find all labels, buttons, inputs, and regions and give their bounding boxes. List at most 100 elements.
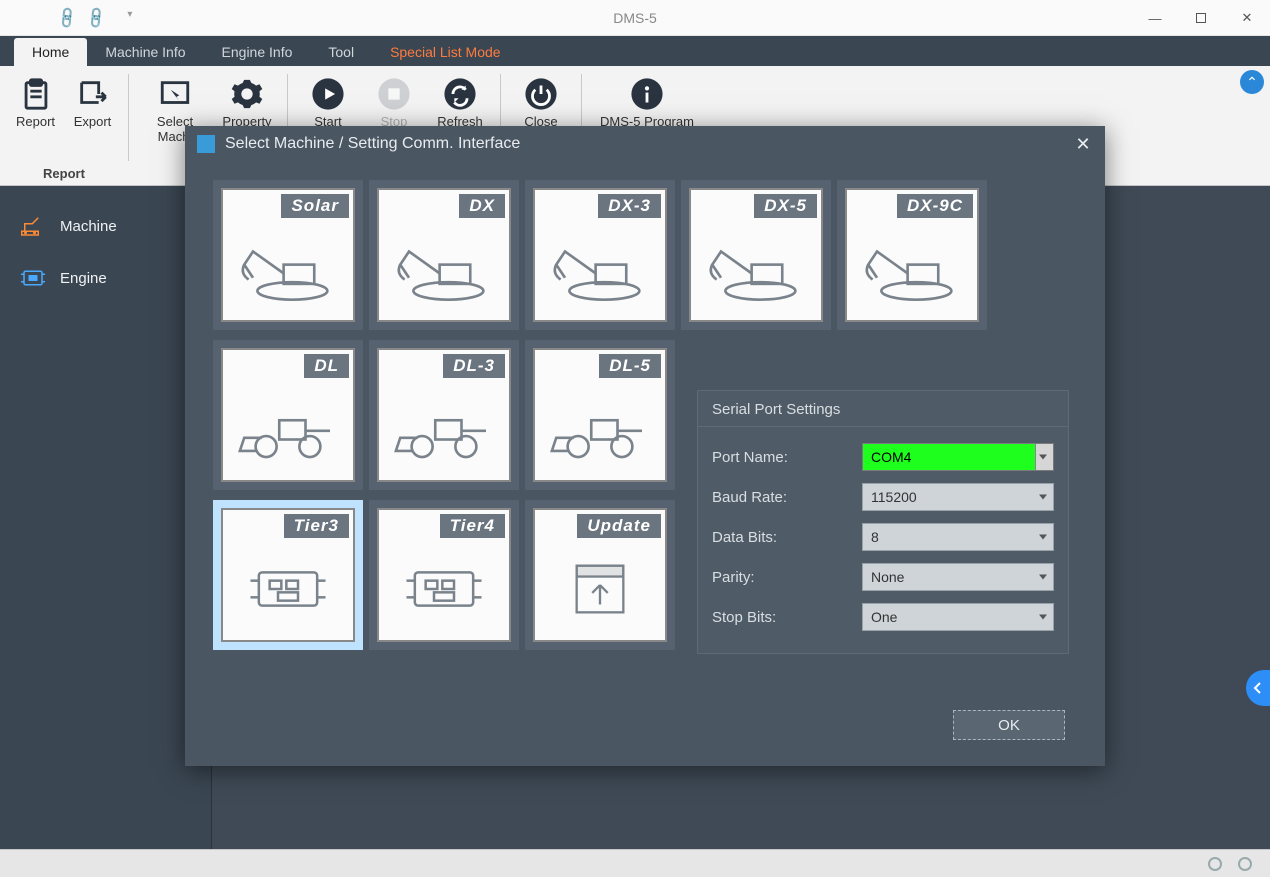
tab-special-list-mode[interactable]: Special List Mode	[372, 38, 519, 66]
tile-art	[223, 378, 353, 480]
machine-tile-update[interactable]: Update	[525, 500, 675, 650]
chevron-down-icon	[1039, 615, 1047, 620]
machine-tile-dx5[interactable]: DX-5	[681, 180, 831, 330]
tile-label: Tier4	[440, 514, 505, 538]
machine-tile-dx[interactable]: DX	[369, 180, 519, 330]
machine-tile-dx3[interactable]: DX-3	[525, 180, 675, 330]
tile-art	[379, 378, 509, 480]
status-bar	[0, 849, 1270, 877]
tile-label: Update	[577, 514, 661, 538]
ribbon-start[interactable]: Start	[298, 74, 358, 129]
tile-label: DX	[459, 194, 505, 218]
play-icon	[308, 74, 348, 114]
ribbon-label: Export	[74, 114, 112, 129]
ribbon-report[interactable]: Report	[10, 74, 61, 129]
stop-bits-select[interactable]: One	[862, 603, 1054, 631]
tile-label: Solar	[281, 194, 349, 218]
window-controls: — ✕	[1132, 0, 1270, 36]
tile-label: DL-3	[443, 354, 505, 378]
tile-art	[535, 538, 665, 640]
status-led-1	[1208, 857, 1222, 871]
export-icon	[73, 74, 113, 114]
tile-art	[535, 378, 665, 480]
machine-tile-solar[interactable]: Solar	[213, 180, 363, 330]
chevron-down-icon	[1035, 444, 1053, 470]
machine-tile-dl3[interactable]: DL-3	[369, 340, 519, 490]
link-icon-2[interactable]: 🔗	[83, 5, 109, 31]
sidebar-item-label: Machine	[60, 218, 117, 235]
tile-label: DL	[304, 354, 349, 378]
tile-art	[535, 218, 665, 320]
parity-value: None	[871, 569, 904, 585]
stop-bits-label: Stop Bits:	[712, 609, 862, 626]
sidebar-item-engine[interactable]: Engine	[0, 252, 211, 304]
dialog-close-button[interactable]: ✕	[1069, 130, 1097, 158]
info-icon	[627, 74, 667, 114]
status-led-2	[1238, 857, 1252, 871]
link-icon[interactable]: 🔗	[54, 5, 80, 31]
excavator-icon	[18, 214, 48, 238]
title-bar: 🔗 🔗 ▾ DMS-5 — ✕	[0, 0, 1270, 36]
ribbon-program-info[interactable]: DMS-5 Program	[592, 74, 702, 129]
tile-label: DX-9C	[897, 194, 973, 218]
ribbon-collapse-button[interactable]: ⌃	[1240, 70, 1264, 94]
ribbon-refresh[interactable]: Refresh	[430, 74, 490, 129]
machine-tile-tier4[interactable]: Tier4	[369, 500, 519, 650]
tab-engine-info[interactable]: Engine Info	[204, 38, 311, 66]
sidebar: Machine Engine	[0, 186, 212, 849]
power-icon	[521, 74, 561, 114]
machine-tile-tier3[interactable]: Tier3	[213, 500, 363, 650]
tile-label: DL-5	[599, 354, 661, 378]
ribbon-stop[interactable]: Stop	[364, 74, 424, 129]
stop-icon	[374, 74, 414, 114]
parity-select[interactable]: None	[862, 563, 1054, 591]
tab-machine-info[interactable]: Machine Info	[87, 38, 203, 66]
tile-label: Tier3	[284, 514, 349, 538]
ribbon-export[interactable]: Export	[67, 74, 118, 129]
tile-label: DX-5	[754, 194, 817, 218]
ok-button[interactable]: OK	[953, 710, 1065, 740]
chevron-down-icon	[1039, 495, 1047, 500]
pointer-screen-icon	[155, 74, 195, 114]
select-machine-dialog: Select Machine / Setting Comm. Interface…	[185, 126, 1105, 766]
data-bits-label: Data Bits:	[712, 529, 862, 546]
tab-tool[interactable]: Tool	[310, 38, 372, 66]
dialog-title-text: Select Machine / Setting Comm. Interface	[225, 135, 520, 153]
chip-icon	[18, 266, 48, 290]
close-window-button[interactable]: ✕	[1224, 0, 1270, 36]
ribbon-group-label: Report	[0, 166, 128, 181]
clipboard-icon	[16, 74, 56, 114]
baud-rate-label: Baud Rate:	[712, 489, 862, 506]
machine-tile-dl5[interactable]: DL-5	[525, 340, 675, 490]
machine-tile-dl[interactable]: DL	[213, 340, 363, 490]
dialog-title-bar[interactable]: Select Machine / Setting Comm. Interface…	[185, 126, 1105, 162]
quick-access-icons: 🔗 🔗 ▾	[58, 9, 132, 27]
port-name-value: COM4	[871, 449, 911, 465]
port-name-select[interactable]: COM4	[862, 443, 1054, 471]
tile-label: DX-3	[598, 194, 661, 218]
menu-bar: Home Machine Info Engine Info Tool Speci…	[0, 36, 1270, 66]
chevron-down-icon	[1039, 535, 1047, 540]
tile-art	[691, 218, 821, 320]
ribbon-close[interactable]: Close	[511, 74, 571, 129]
machine-tile-dx9c[interactable]: DX-9C	[837, 180, 987, 330]
stop-bits-value: One	[871, 609, 897, 625]
refresh-icon	[440, 74, 480, 114]
maximize-button[interactable]	[1178, 0, 1224, 36]
tile-art	[223, 538, 353, 640]
baud-rate-select[interactable]: 115200	[862, 483, 1054, 511]
app-title: DMS-5	[613, 10, 657, 26]
data-bits-select[interactable]: 8	[862, 523, 1054, 551]
settings-title: Serial Port Settings	[698, 391, 1068, 427]
chevron-down-icon	[1039, 575, 1047, 580]
data-bits-value: 8	[871, 529, 879, 545]
sidebar-item-machine[interactable]: Machine	[0, 200, 211, 252]
tile-art	[223, 218, 353, 320]
dialog-app-icon	[197, 135, 215, 153]
minimize-button[interactable]: —	[1132, 0, 1178, 36]
quick-access-drop-icon[interactable]: ▾	[127, 9, 132, 27]
tile-art	[379, 538, 509, 640]
tab-home[interactable]: Home	[14, 38, 87, 66]
chevron-left-icon	[1253, 681, 1263, 695]
serial-port-settings: Serial Port Settings Port Name: COM4 Bau…	[697, 390, 1069, 654]
